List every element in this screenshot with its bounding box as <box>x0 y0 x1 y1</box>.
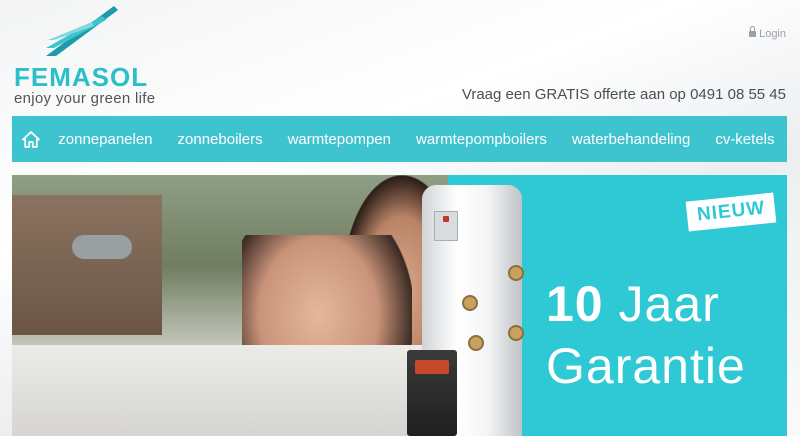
boiler-connector <box>462 295 478 311</box>
photo-wall <box>12 195 162 335</box>
promo-headline-line1: 10 Jaar <box>546 275 720 333</box>
logo-wing-icon <box>46 6 118 56</box>
hero-banner[interactable]: NIEUW 10 Jaar Garantie <box>12 175 787 436</box>
boiler-connector <box>468 335 484 351</box>
couple-bath-photo <box>12 175 462 436</box>
nav-item-cv-ketels[interactable]: cv-ketels <box>703 131 787 148</box>
nav-item-zonneboilers[interactable]: zonneboilers <box>165 131 275 148</box>
pump-group-image <box>407 350 457 436</box>
new-badge: NIEUW <box>685 192 777 232</box>
boiler-connector <box>508 325 524 341</box>
nav-item-warmtepompen[interactable]: warmtepompen <box>275 131 403 148</box>
logo-tagline: enjoy your green life <box>14 90 156 107</box>
photo-bathtub <box>12 345 448 436</box>
login-link[interactable]: Login <box>749 26 786 40</box>
main-navigation: zonnepanelen zonneboilers warmtepompen w… <box>12 116 787 162</box>
lock-icon <box>749 26 757 38</box>
femasol-logo[interactable]: FEMASOL enjoy your green life <box>12 6 192 107</box>
nav-item-waterbehandeling[interactable]: waterbehandeling <box>559 131 702 148</box>
promo-word: Jaar <box>618 276 720 332</box>
boiler-control-panel <box>434 211 458 241</box>
home-icon <box>21 130 40 148</box>
promo-headline-line2: Garantie <box>546 338 746 394</box>
nav-item-warmtepompboilers[interactable]: warmtepompboilers <box>403 131 559 148</box>
promo-number: 10 <box>546 276 604 332</box>
nav-home-button[interactable] <box>16 116 46 162</box>
logo-wordmark: FEMASOL <box>14 62 149 92</box>
login-label: Login <box>759 28 786 40</box>
nav-item-zonnepanelen[interactable]: zonnepanelen <box>46 131 165 148</box>
quote-phone-text: Vraag een GRATIS offerte aan op 0491 08 … <box>461 86 786 103</box>
photo-faucet <box>72 235 132 259</box>
boiler-connector <box>508 265 524 281</box>
